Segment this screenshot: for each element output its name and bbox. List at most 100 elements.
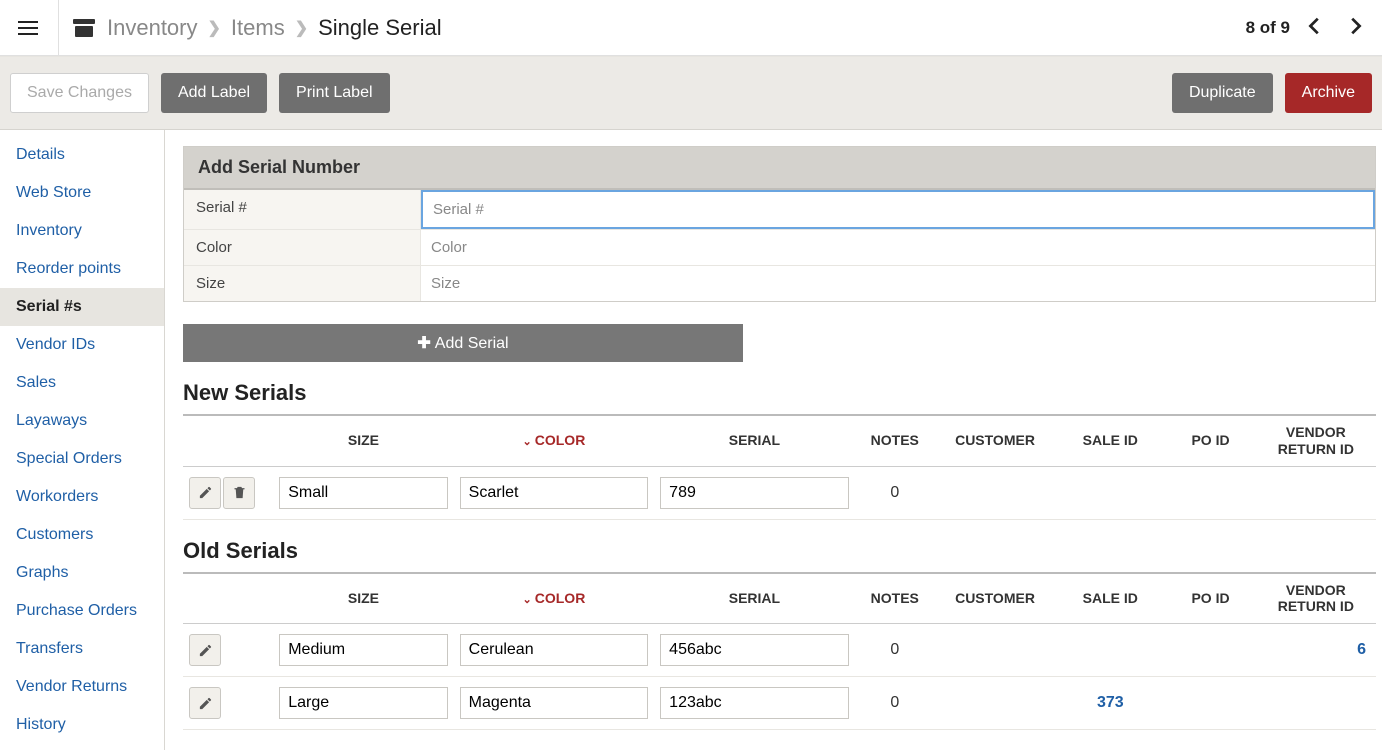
color-label: Color (184, 230, 421, 265)
col-actions (183, 573, 273, 624)
pager: 8 of 9 (1246, 11, 1370, 45)
col-saleid[interactable]: SALE ID (1055, 573, 1165, 624)
divider (58, 0, 59, 56)
col-serial[interactable]: SERIAL (654, 415, 855, 466)
notes-cell: 0 (855, 624, 935, 677)
breadcrumb-inventory[interactable]: Inventory (107, 15, 198, 41)
table-row: 0 373 (183, 677, 1376, 730)
vri-cell (1256, 677, 1376, 730)
print-label-button[interactable]: Print Label (279, 73, 390, 113)
color-cell-input[interactable] (460, 687, 649, 719)
size-label: Size (184, 266, 421, 301)
panel-title: Add Serial Number (184, 147, 1375, 190)
sidebar-item-workorders[interactable]: Workorders (0, 478, 164, 516)
edit-button[interactable] (189, 477, 221, 509)
hamburger-icon (18, 21, 38, 35)
serial-cell-input[interactable] (660, 477, 849, 509)
add-serial-panel: Add Serial Number Serial # Color Size (183, 146, 1376, 302)
sidebar-item-sales[interactable]: Sales (0, 364, 164, 402)
add-serial-button[interactable]: ✚Add Serial (183, 324, 743, 362)
sidebar-item-special-orders[interactable]: Special Orders (0, 440, 164, 478)
col-poid[interactable]: PO ID (1165, 573, 1255, 624)
col-notes[interactable]: NOTES (855, 415, 935, 466)
col-actions (183, 415, 273, 466)
color-cell-input[interactable] (460, 477, 649, 509)
breadcrumb-items[interactable]: Items (231, 15, 285, 41)
sidebar-item-graphs[interactable]: Graphs (0, 554, 164, 592)
action-bar: Save Changes Add Label Print Label Dupli… (0, 56, 1382, 130)
old-serials-title: Old Serials (183, 538, 1376, 564)
vri-cell: 6 (1256, 624, 1376, 677)
table-row: 06 (183, 624, 1376, 677)
duplicate-button[interactable]: Duplicate (1172, 73, 1273, 113)
archive-button[interactable]: Archive (1285, 73, 1372, 113)
table-row: 0 (183, 466, 1376, 519)
sidebar-item-layaways[interactable]: Layaways (0, 402, 164, 440)
chevron-down-icon: ⌄ (523, 594, 532, 606)
add-label-button[interactable]: Add Label (161, 73, 267, 113)
sidebar-item-customers[interactable]: Customers (0, 516, 164, 554)
sidebar-item-vendor-returns[interactable]: Vendor Returns (0, 668, 164, 706)
saleid-cell: 373 (1055, 677, 1165, 730)
col-color[interactable]: ⌄COLOR (454, 415, 655, 466)
chevron-right-icon: ❯ (295, 18, 308, 38)
chevron-right-icon: ❯ (208, 18, 221, 38)
poid-cell (1165, 624, 1255, 677)
color-cell-input[interactable] (460, 634, 649, 666)
col-customer[interactable]: CUSTOMER (935, 415, 1055, 466)
pager-next-button[interactable] (1340, 11, 1370, 45)
serial-label: Serial # (184, 190, 421, 229)
sidebar-item-history[interactable]: History (0, 706, 164, 744)
size-cell-input[interactable] (279, 687, 447, 719)
sidebar-item-details[interactable]: Details (0, 136, 164, 174)
sidebar-item-purchase-orders[interactable]: Purchase Orders (0, 592, 164, 630)
sidebar-item-serial-s[interactable]: Serial #s (0, 288, 164, 326)
size-cell-input[interactable] (279, 477, 447, 509)
pager-prev-button[interactable] (1300, 11, 1330, 45)
save-changes-button[interactable]: Save Changes (10, 73, 149, 113)
serial-input[interactable] (421, 190, 1375, 229)
top-bar: Inventory ❯ Items ❯ Single Serial 8 of 9 (0, 0, 1382, 56)
size-cell-input[interactable] (279, 634, 447, 666)
delete-button[interactable] (223, 477, 255, 509)
col-poid[interactable]: PO ID (1165, 415, 1255, 466)
col-size[interactable]: SIZE (273, 573, 453, 624)
sidebar-item-transfers[interactable]: Transfers (0, 630, 164, 668)
notes-cell: 0 (855, 466, 935, 519)
sidebar-item-reorder-points[interactable]: Reorder points (0, 250, 164, 288)
old-serials-table: SIZE⌄COLORSERIALNOTESCUSTOMERSALE IDPO I… (183, 572, 1376, 731)
col-customer[interactable]: CUSTOMER (935, 573, 1055, 624)
poid-cell (1165, 466, 1255, 519)
size-input[interactable] (421, 266, 1375, 301)
serial-cell-input[interactable] (660, 687, 849, 719)
vendor-return-id-link[interactable]: 6 (1357, 641, 1366, 658)
col-vri[interactable]: VENDOR RETURN ID (1256, 415, 1376, 466)
saleid-cell (1055, 466, 1165, 519)
col-size[interactable]: SIZE (273, 415, 453, 466)
plus-icon: ✚ (417, 335, 430, 352)
col-saleid[interactable]: SALE ID (1055, 415, 1165, 466)
menu-toggle[interactable] (12, 15, 44, 41)
edit-button[interactable] (189, 634, 221, 666)
breadcrumb-current: Single Serial (318, 15, 442, 41)
notes-cell: 0 (855, 677, 935, 730)
color-input[interactable] (421, 230, 1375, 265)
saleid-cell (1055, 624, 1165, 677)
sidebar: DetailsWeb StoreInventoryReorder pointsS… (0, 130, 165, 750)
sidebar-item-vendor-ids[interactable]: Vendor IDs (0, 326, 164, 364)
serial-cell-input[interactable] (660, 634, 849, 666)
col-notes[interactable]: NOTES (855, 573, 935, 624)
sidebar-item-web-store[interactable]: Web Store (0, 174, 164, 212)
customer-cell (935, 677, 1055, 730)
col-vri[interactable]: VENDOR RETURN ID (1256, 573, 1376, 624)
sidebar-item-inventory[interactable]: Inventory (0, 212, 164, 250)
main-content: Add Serial Number Serial # Color Size ✚A… (165, 130, 1382, 750)
edit-button[interactable] (189, 687, 221, 719)
breadcrumb: Inventory ❯ Items ❯ Single Serial (107, 15, 442, 41)
col-serial[interactable]: SERIAL (654, 573, 855, 624)
archive-box-icon[interactable] (73, 19, 95, 37)
customer-cell (935, 624, 1055, 677)
pager-text: 8 of 9 (1246, 18, 1290, 38)
col-color[interactable]: ⌄COLOR (454, 573, 655, 624)
sale-id-link[interactable]: 373 (1097, 694, 1124, 711)
